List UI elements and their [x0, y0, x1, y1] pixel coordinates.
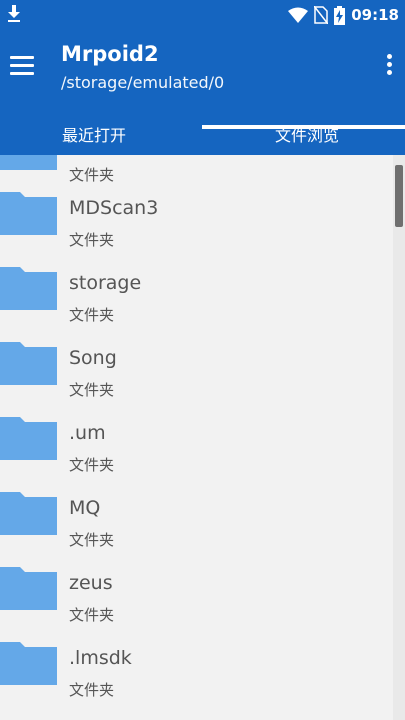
scrollbar-thumb[interactable]	[395, 165, 403, 227]
item-type: 文件夹	[69, 606, 115, 624]
item-type: 文件夹	[69, 306, 115, 324]
item-name: storage	[69, 272, 142, 294]
battery-charging-icon	[334, 5, 346, 25]
folder-icon	[0, 155, 57, 170]
item-type: 文件夹	[69, 681, 115, 699]
selected-tab-indicator	[202, 125, 405, 129]
item-name: Song	[69, 347, 117, 369]
list-item[interactable]: MQ 文件夹	[0, 480, 393, 555]
item-type: 文件夹	[69, 456, 115, 474]
app-bar: Mrpoid2 /storage/emulated/0 最近打开 文件浏览	[0, 30, 405, 155]
item-name: MQ	[69, 497, 101, 519]
folder-icon	[0, 192, 57, 235]
folder-icon	[0, 492, 57, 535]
folder-icon	[0, 342, 57, 385]
item-name: MDScan3	[69, 197, 159, 219]
status-time: 09:18	[351, 6, 399, 24]
no-sim-icon	[314, 6, 329, 24]
folder-icon	[0, 567, 57, 610]
file-list[interactable]: 文件夹 MDScan3 文件夹 storage 文件夹 Song 文件夹 .um…	[0, 155, 393, 720]
download-icon	[8, 5, 20, 22]
tab-recent[interactable]: 最近打开	[62, 122, 126, 155]
item-type: 文件夹	[69, 231, 115, 249]
status-bar: 09:18	[0, 0, 405, 30]
folder-icon	[0, 267, 57, 310]
scrollbar-track[interactable]	[393, 155, 405, 720]
list-item[interactable]: MDScan3 文件夹	[0, 180, 393, 255]
app-title: Mrpoid2	[61, 42, 159, 66]
list-item[interactable]: zeus 文件夹	[0, 555, 393, 630]
list-item[interactable]: .um 文件夹	[0, 405, 393, 480]
wifi-icon	[288, 7, 309, 23]
menu-icon[interactable]	[10, 56, 34, 76]
item-type: 文件夹	[69, 381, 115, 399]
folder-icon	[0, 417, 57, 460]
current-path: /storage/emulated/0	[61, 73, 225, 92]
item-name: .um	[69, 422, 106, 444]
list-item[interactable]: .lmsdk 文件夹	[0, 630, 393, 705]
list-item[interactable]: storage 文件夹	[0, 255, 393, 330]
list-item[interactable]: Song 文件夹	[0, 330, 393, 405]
folder-icon	[0, 642, 57, 685]
item-name: .lmsdk	[69, 647, 132, 669]
more-options-icon[interactable]	[387, 54, 393, 76]
item-type: 文件夹	[69, 531, 115, 549]
item-name: zeus	[69, 572, 113, 594]
